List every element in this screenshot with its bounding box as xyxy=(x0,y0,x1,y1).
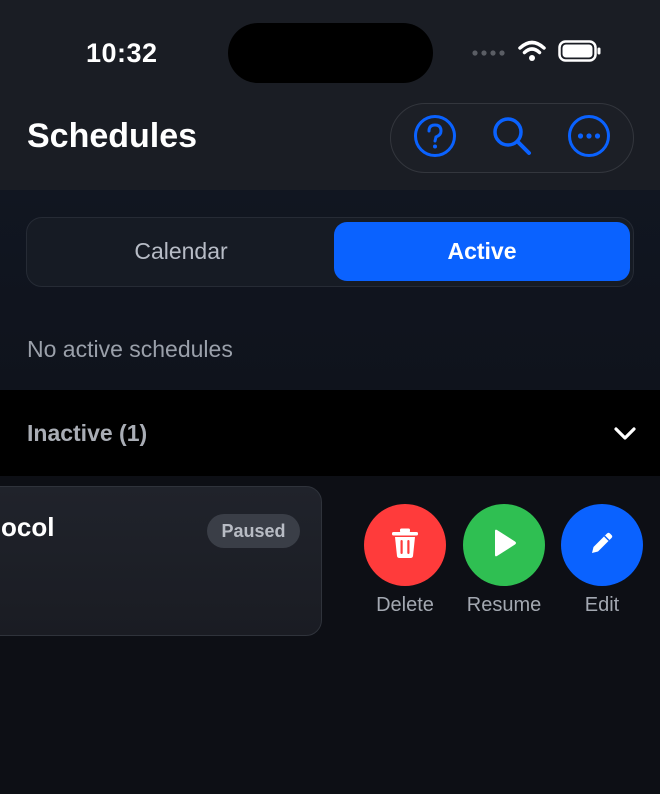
edit-action: Edit xyxy=(552,504,652,617)
wifi-icon xyxy=(518,40,546,67)
segmented-control: Calendar Active xyxy=(26,217,634,287)
search-button[interactable] xyxy=(486,112,538,164)
pencil-icon xyxy=(588,529,616,562)
dynamic-island xyxy=(228,23,433,83)
status-icons xyxy=(472,39,602,67)
resume-action: Resume xyxy=(454,504,554,617)
header-toolbar xyxy=(390,103,634,173)
more-icon xyxy=(567,114,611,163)
delete-action: Delete xyxy=(355,504,455,617)
schedule-card-title: ocol xyxy=(1,512,55,542)
tab-active[interactable]: Active xyxy=(334,222,630,281)
empty-state-message: No active schedules xyxy=(27,336,233,362)
edit-label: Edit xyxy=(584,594,620,616)
help-button[interactable] xyxy=(409,112,461,164)
help-icon xyxy=(413,114,457,163)
signal-icon xyxy=(472,44,506,62)
delete-label: Delete xyxy=(376,594,434,616)
tab-calendar[interactable]: Calendar xyxy=(31,222,331,281)
resume-label: Resume xyxy=(466,594,542,616)
inactive-section-label: Inactive (1) xyxy=(27,420,148,446)
delete-button[interactable] xyxy=(364,504,446,586)
search-icon xyxy=(490,114,534,163)
page-title: Schedules xyxy=(27,117,198,155)
status-time: 10:32 xyxy=(86,38,158,68)
status-badge: Paused xyxy=(207,514,300,548)
battery-icon xyxy=(558,39,602,67)
edit-button[interactable] xyxy=(561,504,643,586)
more-button[interactable] xyxy=(563,112,615,164)
chevron-down-icon xyxy=(612,422,638,444)
inactive-section-header[interactable]: Inactive (1) xyxy=(0,390,660,476)
schedule-card[interactable]: ocol Paused xyxy=(0,486,322,636)
trash-icon xyxy=(390,527,420,564)
play-icon xyxy=(490,528,518,563)
resume-button[interactable] xyxy=(463,504,545,586)
